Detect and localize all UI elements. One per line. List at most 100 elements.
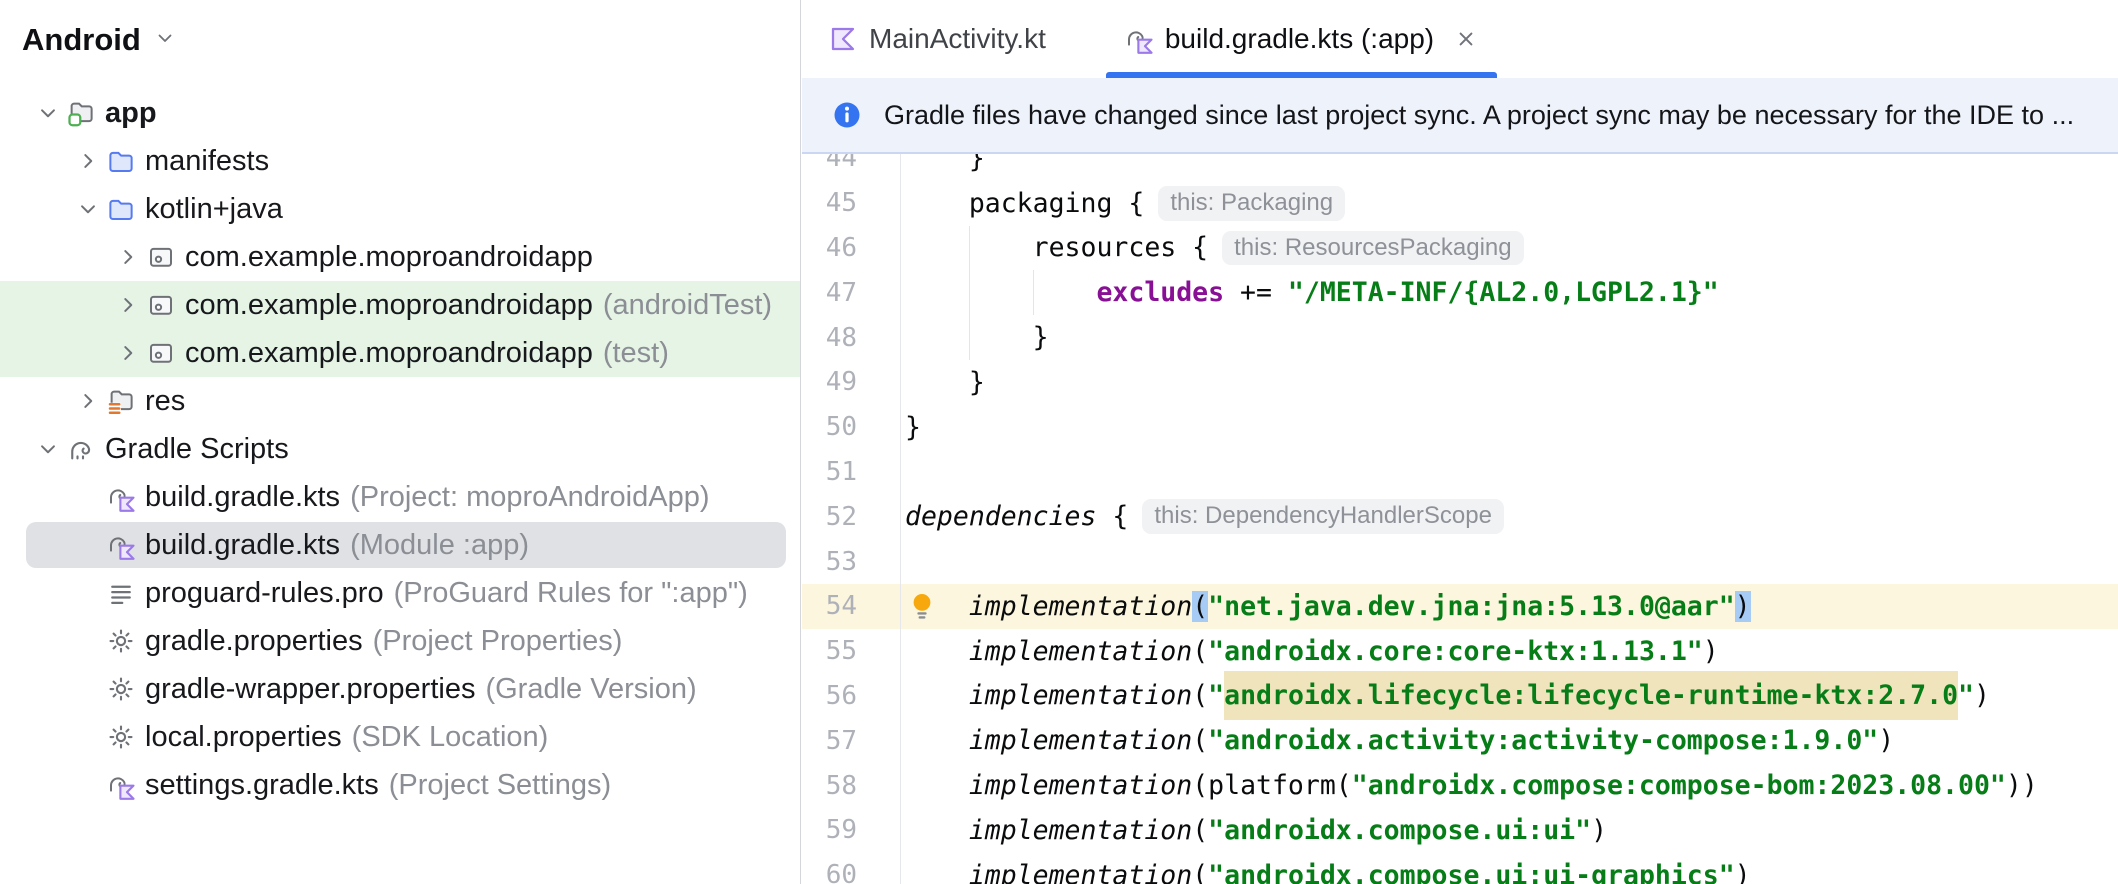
code-token: implementation	[968, 635, 1193, 667]
chevron-down-icon[interactable]	[30, 425, 66, 473]
tree-item-gradle-properties[interactable]: gradle.properties (Project Properties)	[0, 617, 800, 665]
text-file-icon	[106, 578, 136, 608]
tree-item-pkg-test[interactable]: com.example.moproandroidapp (test)	[0, 329, 800, 377]
code-line-53[interactable]: 53	[802, 539, 2118, 584]
code-line-54[interactable]: 54 implementation("net.java.dev.jna:jna:…	[802, 583, 2118, 629]
code-text: resources {this: ResourcesPackaging	[900, 225, 2118, 271]
code-line-51[interactable]: 51	[802, 449, 2118, 495]
code-token: )	[1591, 814, 1608, 846]
chevron-right-icon[interactable]	[110, 233, 146, 281]
chevron-right-icon[interactable]	[70, 137, 106, 185]
code-line-58[interactable]: 58 implementation (platform("androidx.com…	[802, 763, 2118, 808]
code-token: (	[1192, 635, 1209, 667]
code-line-50[interactable]: 50}	[802, 404, 2118, 450]
code-line-52[interactable]: 52 dependencies {this: DependencyHandlerS…	[802, 494, 2118, 540]
chevron-right-icon[interactable]	[70, 377, 106, 425]
chevron-right-icon[interactable]	[110, 329, 146, 377]
chevron-down-icon[interactable]	[70, 185, 106, 233]
code-line-57[interactable]: 57 implementation("androidx.activity:act…	[802, 718, 2118, 764]
code-text: }	[900, 404, 2118, 450]
tree-item-label: com.example.moproandroidapp	[185, 288, 593, 321]
tree-item-label: build.gradle.kts	[145, 480, 341, 513]
inlay-hint: this: Packaging	[1158, 185, 1346, 221]
chevron-right-icon[interactable]	[110, 281, 146, 329]
line-number: 46	[825, 232, 857, 263]
res-folder-icon	[106, 386, 136, 416]
code-token: }	[905, 366, 985, 398]
code-line-45[interactable]: 45 packaging {this: Packaging	[802, 180, 2118, 226]
tab-build-gradle[interactable]: build.gradle.kts (:app)	[1105, 0, 1498, 78]
line-number: 58	[825, 770, 857, 801]
code-line-48[interactable]: 48 }	[802, 315, 2118, 360]
tree-item-proguard-rules[interactable]: proguard-rules.pro (ProGuard Rules for ":…	[0, 569, 800, 617]
tree-item-gradle-wrapper-properties[interactable]: gradle-wrapper.properties (Gradle Version…	[0, 665, 800, 713]
tree-item-label: build.gradle.kts	[145, 528, 341, 561]
gradle-kts-icon	[106, 530, 136, 560]
code-text: excludes += "/META-INF/{AL2.0,LGPL2.1}"	[900, 270, 2118, 316]
tree-item-settings-gradle[interactable]: settings.gradle.kts (Project Settings)	[0, 761, 800, 809]
gear-icon	[106, 722, 136, 752]
code-line-49[interactable]: 49 }	[802, 359, 2118, 405]
project-tool-window: Android app manifests kotlin+java com.examp…	[0, 0, 801, 884]
gradle-kts-icon	[1124, 24, 1154, 54]
code-text	[900, 539, 2118, 584]
folder-icon	[106, 194, 136, 224]
chevron-down-icon[interactable]	[153, 26, 177, 55]
lightbulb-icon[interactable]	[906, 590, 938, 622]
package-icon	[146, 242, 176, 272]
code-line-47[interactable]: 47 excludes += "/META-INF/{AL2.0,LGPL2.1…	[802, 270, 2118, 316]
tree-item-pkg-androidtest[interactable]: com.example.moproandroidapp (androidTest)	[0, 281, 800, 329]
code-line-60[interactable]: 60 implementation("androidx.compose.ui:u…	[802, 852, 2118, 884]
gradle-kts-icon	[106, 770, 136, 800]
code-token: )	[1734, 590, 1751, 622]
chevron-down-icon[interactable]	[30, 89, 66, 137]
tab-mainactivity[interactable]: MainActivity.kt	[810, 0, 1064, 78]
code-token: "/META-INF/{AL2.0,LGPL2.1}"	[1287, 277, 1719, 309]
code-text: }	[900, 315, 2118, 360]
info-icon	[832, 100, 862, 130]
editor-tab-bar: MainActivity.kt build.gradle.kts (:app)	[802, 0, 2118, 78]
code-line-44[interactable]: 44 }	[802, 154, 2118, 181]
code-text: implementation (platform("androidx.compos…	[900, 763, 2118, 808]
tree-item-gradle-scripts[interactable]: Gradle Scripts	[0, 425, 800, 473]
line-number: 45	[825, 188, 857, 219]
code-token: implementation	[968, 680, 1193, 712]
code-token: )	[1702, 635, 1719, 667]
tree-item-build-gradle-module[interactable]: build.gradle.kts (Module :app)	[0, 521, 800, 569]
code-token: androidx.lifecycle:lifecycle-runtime-ktx…	[1224, 671, 1959, 721]
tab-label: build.gradle.kts (:app)	[1164, 23, 1435, 54]
line-number: 49	[825, 367, 857, 398]
code-token: }	[905, 154, 985, 174]
code-line-59[interactable]: 59 implementation("androidx.compose.ui:u…	[802, 807, 2118, 853]
close-icon[interactable]	[1453, 26, 1479, 52]
code-text: implementation("androidx.core:core-ktx:1…	[900, 628, 2118, 674]
code-token: "androidx.core:core-ktx:1.13.1"	[1208, 635, 1703, 667]
tree-item-local-properties[interactable]: local.properties (SDK Location)	[0, 713, 800, 761]
tree-item-suffix: (test)	[602, 336, 669, 369]
line-number: 57	[825, 725, 857, 756]
code-line-55[interactable]: 55 implementation("androidx.core:core-kt…	[802, 628, 2118, 674]
project-view-selector[interactable]: Android	[22, 20, 177, 60]
package-icon	[146, 290, 176, 320]
tree-item-suffix: (Project Settings)	[388, 768, 612, 801]
gradle-kts-icon	[106, 482, 136, 512]
tree-item-manifests[interactable]: manifests	[0, 137, 800, 185]
code-line-56[interactable]: 56 implementation(" androidx.lifecycle:li…	[802, 671, 2118, 721]
code-editor[interactable]: 44 } 45 packaging {this: Packaging 46 reso…	[802, 154, 2118, 884]
code-text: implementation(" androidx.lifecycle:lifec…	[900, 671, 2118, 721]
code-token: )	[1974, 680, 1990, 712]
tree-item-suffix: (androidTest)	[602, 288, 773, 321]
tree-item-build-gradle-project[interactable]: build.gradle.kts (Project: moproAndroidAp…	[0, 473, 800, 521]
tree-item-pkg-main[interactable]: com.example.moproandroidapp	[0, 233, 800, 281]
tree-item-kotlin-java[interactable]: kotlin+java	[0, 185, 800, 233]
tree-item-app[interactable]: app	[0, 89, 800, 137]
code-token: "androidx.compose.ui:ui-graphics"	[1208, 859, 1735, 884]
code-line-46[interactable]: 46 resources {this: ResourcesPackaging	[802, 225, 2118, 271]
tree-item-res[interactable]: res	[0, 377, 800, 425]
